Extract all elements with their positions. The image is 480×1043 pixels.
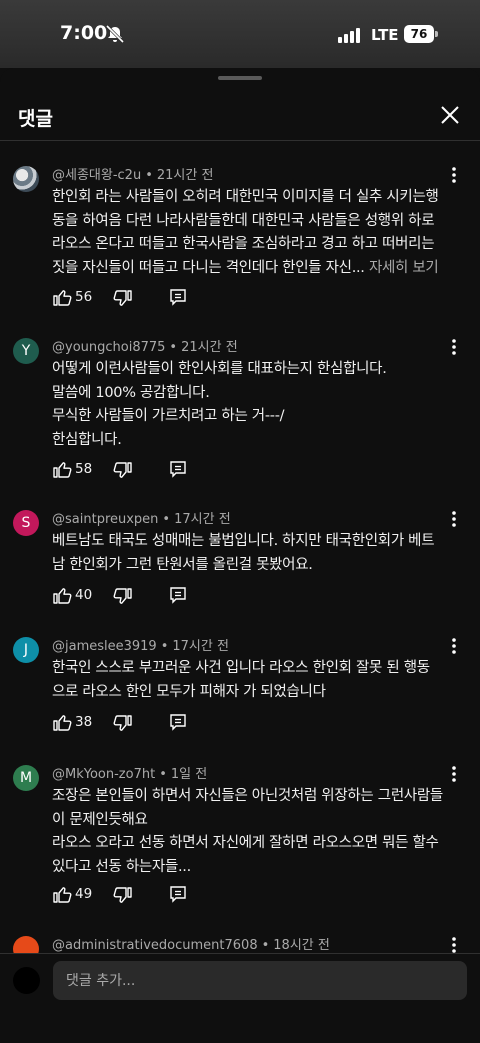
thumb-down-icon[interactable] [113,886,133,906]
comment-meta: @saintpreuxpen • 17시간 전 [52,512,231,527]
status-bar: 7:00 LTE 76 [0,0,480,68]
battery-tip [435,31,438,37]
comment-line: 이 문제인듯해요 [52,811,148,828]
thumb-up-icon[interactable] [52,884,72,904]
close-icon[interactable] [436,101,464,129]
divider [0,140,480,141]
comment-line: 어떻게 이런사람들이 한인사회를 대표하는지 한심합니다. [52,361,387,377]
bell-muted-icon [105,25,125,43]
comment-actions: 38 [52,712,252,736]
comment-meta: @youngchoi8775 • 21시간 전 [52,340,238,355]
thumb-down-icon[interactable] [113,714,133,734]
reply-icon[interactable] [168,884,188,904]
comment-actions: 40 [52,585,252,609]
comment-time: 21시간 전 [181,340,238,355]
thumb-down-icon[interactable] [113,289,133,309]
comment-line: 으로 라오스 한인 모두가 피해자 가 되었습니다 [52,683,326,700]
my-avatar [13,967,40,994]
reply-icon[interactable] [168,712,188,732]
comment-author[interactable]: @saintpreuxpen [52,512,158,527]
comment-author[interactable]: @youngchoi8775 [52,340,165,355]
comment-line: 있다고 선동 하는자들... [52,858,191,875]
comment-text: 한인회 라는 사람들이 오히려 대한민국 이미지를 더 실추 시키는행 동을 하… [52,186,447,280]
comment-line: 남 한인회가 그런 탄원서를 올린걸 못봤어요. [52,556,313,573]
comment-author[interactable]: @administrativedocument7608 [52,938,258,953]
comment-line: 한국인 스스로 부끄러운 사건 입니다 라오스 한인회 잘못 된 행동 [52,660,430,676]
comment-time: 17시간 전 [174,512,231,527]
comment-time: 1일 전 [170,767,208,782]
network-label: LTE [371,26,399,44]
avatar[interactable]: J [13,637,39,663]
thumb-down-icon[interactable] [113,587,133,607]
thumb-up-icon[interactable] [52,287,72,307]
comment-line: 동을 하여음 다런 나라사람들한데 대한민국 사람들은 성행위 하로 [52,212,435,229]
reply-icon[interactable] [168,585,188,605]
comment-line: 말씀에 100% 공감합니다. [52,384,210,401]
thumb-up-icon[interactable] [52,585,72,605]
comments-sheet: 댓글 @세종대왕-c2u • 21시간 전 한인회 라는 사람들이 오히려 대한민국… [0,68,480,1043]
avatar[interactable] [13,166,39,192]
comment-author[interactable]: @jameslee3919 [52,639,157,654]
avatar[interactable]: S [13,510,39,536]
add-comment-bar [0,953,480,1043]
comment-time: 17시간 전 [172,639,229,654]
comment-time: 18시간 전 [273,938,330,953]
comment-author[interactable]: @세종대왕-c2u [52,168,141,183]
comment-line: 무식한 사람들이 가르치려고 하는 거---/ [52,408,285,424]
more-vert-icon[interactable] [444,506,464,532]
avatar[interactable]: M [13,765,39,791]
comment-line: 한인회 라는 사람들이 오히려 대한민국 이미지를 더 실추 시키는행 [52,189,439,205]
comment-text: 한국인 스스로 부끄러운 사건 입니다 라오스 한인회 잘못 된 행동 으로 라… [52,657,447,704]
comment-line: 한심합니다. [52,431,122,448]
more-vert-icon[interactable] [444,633,464,659]
avatar[interactable]: Y [13,338,39,364]
thumb-up-icon[interactable] [52,459,72,479]
comment-meta: @MkYoon-zo7ht • 1일 전 [52,767,208,782]
more-vert-icon[interactable] [444,761,464,787]
comment-text: 베트남도 태국도 성매매는 불법입니다. 하지만 태국한인회가 베트 남 한인회… [52,530,447,577]
comment-meta: @jameslee3919 • 17시간 전 [52,639,229,654]
like-count: 56 [75,289,93,305]
thumb-down-icon[interactable] [113,461,133,481]
comment-meta: @세종대왕-c2u • 21시간 전 [52,168,214,183]
like-count: 49 [75,886,93,902]
reply-icon[interactable] [168,459,188,479]
more-vert-icon[interactable] [444,334,464,360]
sheet-title: 댓글 [18,108,53,130]
comment-line: 라오스 온다고 떠들고 한국사람을 조심하라고 경고 하고 떠버리는 [52,236,435,252]
comment-line: 베트남도 태국도 성매매는 불법입니다. 하지만 태국한인회가 베트 [52,533,435,549]
comment-author[interactable]: @MkYoon-zo7ht [52,767,155,782]
comment-line: 라오스 오라고 선동 하면서 자신에게 잘하면 라오스오면 뭐든 할수 [52,835,439,851]
comment-line: 조장은 본인들이 하면서 자신들은 아닌것처럼 위장하는 그런사람들 [52,788,443,804]
comment-text: 어떻게 이런사람들이 한인사회를 대표하는지 한심합니다. 말씀에 100% 공… [52,358,447,452]
comment-meta: @administrativedocument7608 • 18시간 전 [52,938,330,953]
more-vert-icon[interactable] [444,162,464,188]
read-more-link[interactable]: 자세히 보기 [369,260,439,276]
comment-actions: 49 [52,884,252,908]
comment-text: 조장은 본인들이 하면서 자신들은 아닌것처럼 위장하는 그런사람들 이 문제인… [52,785,447,879]
drag-handle[interactable] [218,76,262,80]
comment-actions: 58 [52,459,252,483]
battery-icon: 76 [404,25,434,43]
thumb-up-icon[interactable] [52,712,72,732]
like-count: 58 [75,461,93,477]
comment-line-last: 짓을 자신들이 떠들고 다니는 격인데다 한인들 자신... [52,259,365,276]
signal-icon [338,27,360,43]
reply-icon[interactable] [168,287,188,307]
comment-line: 짓을 자신들이 떠들고 다니는 격인데다 한인들 자신... 자세히 보기 [52,257,447,281]
add-comment-input[interactable] [53,961,467,1000]
comment-actions: 56 [52,287,252,311]
status-time: 7:00 [60,22,108,44]
like-count: 40 [75,587,93,603]
comment-time: 21시간 전 [156,168,214,183]
like-count: 38 [75,714,93,730]
